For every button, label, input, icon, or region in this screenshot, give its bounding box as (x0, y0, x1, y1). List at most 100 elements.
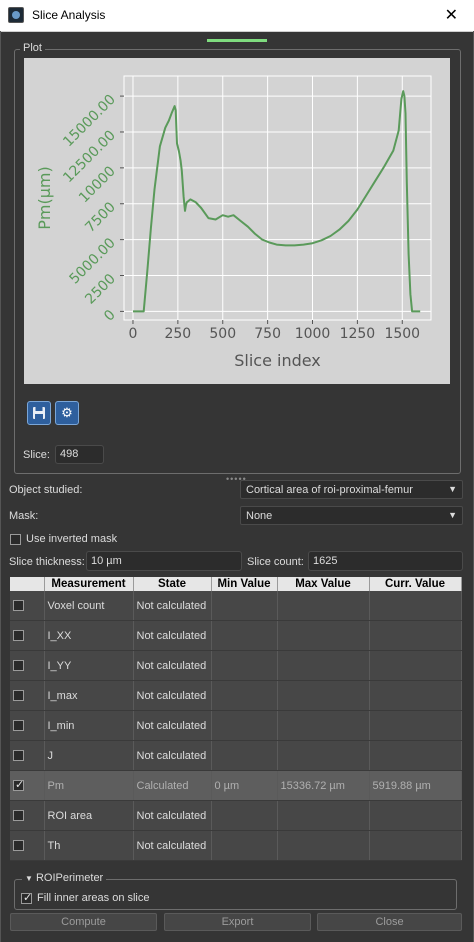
measurement-state: Not calculated (133, 710, 212, 741)
window-border-left (0, 31, 1, 942)
y-axis-label: Pm(µm) (35, 166, 54, 229)
curr-value (369, 591, 462, 621)
max-value (277, 710, 370, 741)
row-checkbox-cell[interactable] (10, 620, 45, 651)
plot-group-title: Plot (20, 42, 45, 54)
compute-button[interactable]: Compute (10, 913, 157, 931)
column-header-state[interactable]: State (133, 577, 212, 591)
row-checkbox-cell[interactable] (10, 680, 45, 711)
window-close-button[interactable]: ✕ (445, 5, 458, 25)
measurement-state: Not calculated (133, 650, 212, 681)
roi-perimeter-label: ROIPerimeter (35, 872, 104, 884)
x-tick-label: 1500 (384, 326, 420, 342)
y-tick-label: 0 (101, 307, 119, 325)
measurement-state: Not calculated (133, 591, 212, 621)
row-checkbox-cell[interactable] (10, 740, 45, 771)
curr-value (369, 710, 462, 741)
plot-area (123, 75, 432, 321)
row-checkbox-cell[interactable] (10, 830, 45, 861)
min-value (211, 710, 278, 741)
row-checkbox[interactable] (13, 720, 24, 731)
x-tick-label: 750 (254, 326, 281, 342)
table-row-selected[interactable]: Pm Calculated 0 µm 15336.72 µm 5919.88 µ… (10, 770, 462, 801)
measurement-state: Not calculated (133, 620, 212, 651)
mask-value: None (246, 510, 273, 522)
measurement-table: Measurement State Min Value Max Value Cu… (10, 577, 462, 861)
measurement-state: Calculated (133, 770, 212, 801)
fill-inner-areas-label: Fill inner areas on slice (37, 892, 150, 904)
row-checkbox[interactable] (13, 690, 24, 701)
row-checkbox-cell[interactable] (10, 591, 45, 621)
column-header-check (10, 577, 45, 591)
row-checkbox[interactable] (13, 600, 24, 611)
measurement-state: Not calculated (133, 740, 212, 771)
export-button[interactable]: Export (164, 913, 311, 931)
table-row[interactable]: I_max Not calculated (10, 680, 462, 711)
collapse-arrow-icon[interactable]: ▼ (25, 874, 33, 883)
save-icon (33, 407, 45, 419)
object-studied-select[interactable]: Cortical area of roi-proximal-femur ▼ (240, 480, 463, 499)
x-tick-label: 1250 (340, 326, 376, 342)
row-checkbox[interactable] (13, 630, 24, 641)
min-value (211, 830, 278, 861)
title-bar: Slice Analysis ✕ (0, 0, 474, 32)
min-value (211, 800, 278, 831)
table-header-row: Measurement State Min Value Max Value Cu… (10, 577, 462, 591)
table-row[interactable]: J Not calculated (10, 740, 462, 771)
curr-value (369, 680, 462, 711)
line-chart[interactable]: 0 250 500 750 1000 1250 1500025005000.00750010… (24, 58, 450, 384)
row-checkbox-checked[interactable] (13, 778, 24, 791)
row-checkbox-cell[interactable] (10, 770, 45, 801)
plot-canvas[interactable]: 0 250 500 750 1000 1250 1500 0 2500 5000.00 7500 10… (24, 58, 450, 384)
row-checkbox[interactable] (13, 660, 24, 671)
max-value (277, 591, 370, 621)
measurement-state: Not calculated (133, 680, 212, 711)
row-checkbox[interactable] (13, 750, 24, 761)
slice-input[interactable]: 498 (55, 445, 104, 464)
row-checkbox-cell[interactable] (10, 710, 45, 741)
object-studied-label: Object studied: (9, 484, 83, 496)
measurement-name: I_YY (44, 650, 134, 681)
table-row[interactable]: I_YY Not calculated (10, 650, 462, 681)
measurement-name: Voxel count (44, 591, 134, 621)
row-checkbox-cell[interactable] (10, 650, 45, 681)
mask-select[interactable]: None ▼ (240, 506, 463, 525)
row-checkbox[interactable] (13, 840, 24, 851)
measurement-name: I_min (44, 710, 134, 741)
object-studied-value: Cortical area of roi-proximal-femur (246, 484, 413, 496)
x-tick-label: 250 (164, 326, 191, 342)
min-value (211, 740, 278, 771)
curr-value (369, 740, 462, 771)
measurement-name: I_XX (44, 620, 134, 651)
curr-value (369, 620, 462, 651)
window-title: Slice Analysis (32, 8, 106, 22)
mask-label: Mask: (9, 510, 39, 522)
table-row[interactable]: I_min Not calculated (10, 710, 462, 741)
table-row[interactable]: ROI area Not calculated (10, 800, 462, 831)
table-row[interactable]: Th Not calculated (10, 830, 462, 861)
column-header-max[interactable]: Max Value (277, 577, 370, 591)
slice-thickness-input[interactable]: 10 µm (86, 551, 242, 571)
max-value (277, 650, 370, 681)
inverted-mask-checkbox[interactable] (10, 534, 21, 545)
min-value (211, 620, 278, 651)
save-button[interactable] (27, 401, 51, 425)
slice-count-input: 1625 (308, 551, 463, 571)
close-button[interactable]: Close (317, 913, 462, 931)
column-header-min[interactable]: Min Value (211, 577, 278, 591)
column-header-curr[interactable]: Curr. Value (369, 577, 462, 591)
roi-perimeter-title[interactable]: ▼ ROIPerimeter (22, 872, 107, 884)
max-value (277, 830, 370, 861)
max-value (277, 680, 370, 711)
table-row[interactable]: I_XX Not calculated (10, 620, 462, 651)
curr-value: 5919.88 µm (369, 770, 462, 801)
settings-button[interactable]: ⚙ (55, 401, 79, 425)
row-checkbox[interactable] (13, 810, 24, 821)
fill-inner-areas-checkbox[interactable] (21, 891, 32, 904)
drag-handle[interactable] (207, 39, 267, 42)
table-row[interactable]: Voxel count Not calculated (10, 591, 462, 621)
column-header-measurement[interactable]: Measurement (44, 577, 134, 591)
row-checkbox-cell[interactable] (10, 800, 45, 831)
min-value: 0 µm (211, 770, 278, 801)
max-value (277, 740, 370, 771)
